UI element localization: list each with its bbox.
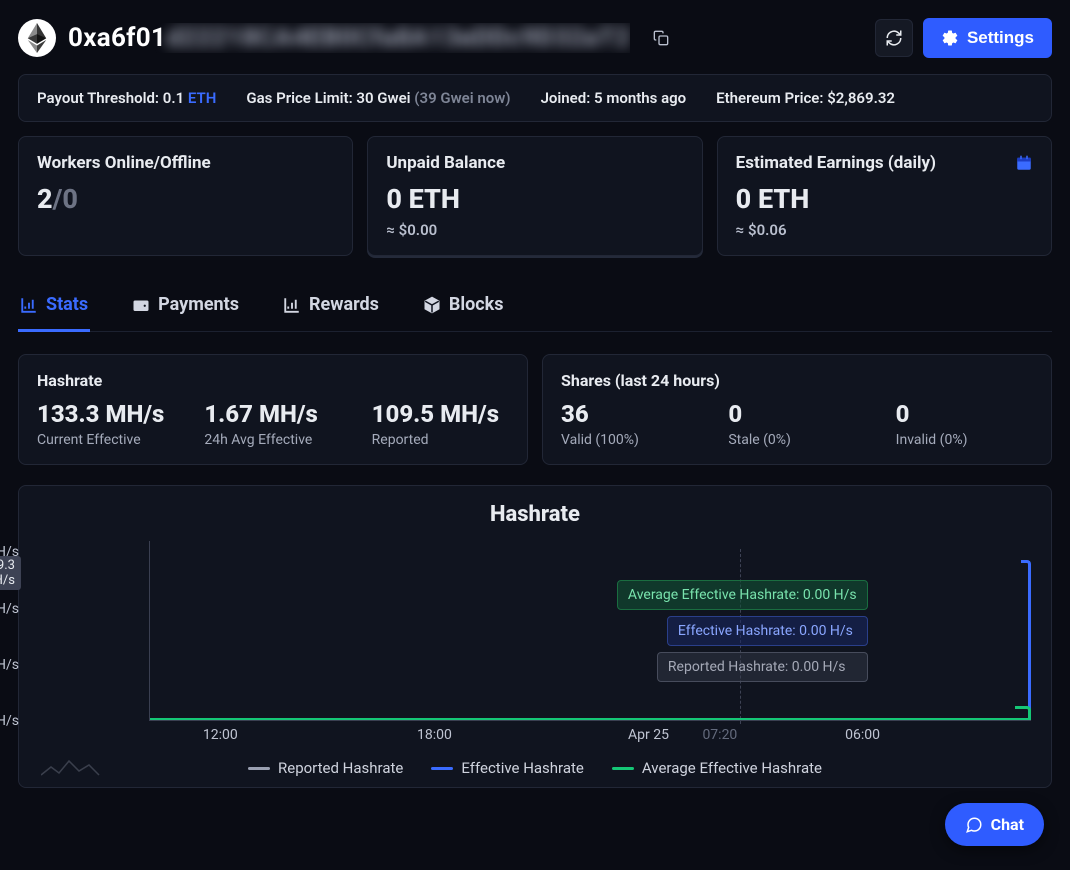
unpaid-balance-card: Unpaid Balance 0 ETH ≈ $0.00: [367, 136, 702, 256]
tooltip-reported: Reported Hashrate: 0.00 H/s: [657, 652, 868, 682]
tab-stats[interactable]: Stats: [18, 284, 90, 332]
chart-zoom-minimap[interactable]: [41, 757, 101, 779]
workers-card: Workers Online/Offline 2/0: [18, 136, 353, 256]
unpaid-sub: ≈ $0.00: [386, 221, 683, 239]
copy-address-button[interactable]: [642, 19, 680, 57]
stat-cards-row: Workers Online/Offline 2/0 Unpaid Balanc…: [18, 136, 1052, 256]
chart-avg-line: [150, 718, 1031, 720]
shares-invalid: 0 Invalid (0%): [896, 400, 1033, 448]
chart-effective-spike: [1021, 560, 1031, 720]
metrics-row: Hashrate 133.3 MH/s Current Effective 1.…: [18, 354, 1052, 465]
shares-valid: 36 Valid (100%): [561, 400, 698, 448]
earnings-title: Estimated Earnings (daily): [736, 153, 1033, 173]
workers-title: Workers Online/Offline: [37, 153, 334, 173]
chart-tooltips: Average Effective Hashrate: 0.00 H/s Eff…: [617, 580, 868, 682]
settings-label: Settings: [967, 28, 1034, 48]
payout-threshold: Payout Threshold: 0.1 ETH: [37, 89, 216, 107]
header-actions: Settings: [875, 18, 1052, 58]
calendar-icon[interactable]: [1015, 154, 1033, 172]
chart-cursor-x: 07:20: [702, 727, 737, 743]
tab-blocks[interactable]: Blocks: [421, 284, 506, 332]
rewards-icon: [283, 296, 301, 314]
joined-date: Joined: 5 months ago: [541, 89, 687, 107]
hashrate-card: Hashrate 133.3 MH/s Current Effective 1.…: [18, 354, 528, 465]
tab-payments[interactable]: Payments: [130, 284, 241, 332]
chart-x-axis: 12:00 18:00 Apr 25 07:20 06:00: [149, 727, 1041, 751]
tab-rewards[interactable]: Rewards: [281, 284, 381, 332]
hashrate-chart[interactable]: Hashrate 150.0 MH/s 149.3 MH/s 100.0 MH/…: [18, 485, 1052, 788]
earnings-card: Estimated Earnings (daily) 0 ETH ≈ $0.06: [717, 136, 1052, 256]
address-visible: 0xa6f01: [68, 23, 166, 53]
wallet-icon: [132, 296, 150, 314]
chat-label: Chat: [991, 815, 1024, 834]
shares-stale: 0 Stale (0%): [728, 400, 865, 448]
page-header: 0xa6f01d22218CA4EB0Cfa8A13eDDc9D32aT2 Se…: [18, 18, 1052, 58]
gas-price-limit: Gas Price Limit: 30 Gwei (39 Gwei now): [246, 89, 510, 107]
tabs-nav: Stats Payments Rewards Blocks: [18, 284, 1052, 332]
legend-reported[interactable]: Reported Hashrate: [248, 759, 403, 777]
eth-price: Ethereum Price: $2,869.32: [716, 89, 895, 107]
earnings-sub: ≈ $0.06: [736, 221, 1033, 239]
payout-unit-link[interactable]: ETH: [188, 89, 216, 107]
hashrate-reported: 109.5 MH/s Reported: [372, 400, 509, 448]
chart-avg-spike: [1015, 706, 1031, 720]
chart-y-highlight: 149.3 MH/s: [0, 556, 21, 590]
earnings-value: 0 ETH: [736, 183, 1033, 215]
chart-y-axis: 150.0 MH/s 149.3 MH/s 100.0 MH/s 50.0 MH…: [29, 541, 149, 721]
copy-icon: [653, 30, 669, 46]
stats-icon: [20, 296, 38, 314]
ethereum-logo-icon: [18, 19, 56, 57]
legend-avg[interactable]: Average Effective Hashrate: [612, 759, 822, 777]
chart-plot-area[interactable]: Average Effective Hashrate: 0.00 H/s Eff…: [149, 541, 1031, 721]
hashrate-avg: 1.67 MH/s 24h Avg Effective: [204, 400, 341, 448]
refresh-icon: [885, 29, 903, 47]
hashrate-current: 133.3 MH/s Current Effective: [37, 400, 174, 448]
tooltip-effective: Effective Hashrate: 0.00 H/s: [667, 616, 868, 646]
chat-button[interactable]: Chat: [945, 803, 1044, 846]
settings-button[interactable]: Settings: [923, 18, 1052, 58]
hashrate-title: Hashrate: [37, 371, 509, 390]
workers-value: 2/0: [37, 183, 334, 215]
shares-card: Shares (last 24 hours) 36 Valid (100%) 0…: [542, 354, 1052, 465]
chart-title: Hashrate: [29, 502, 1041, 527]
info-bar: Payout Threshold: 0.1 ETH Gas Price Limi…: [18, 74, 1052, 122]
refresh-button[interactable]: [875, 19, 913, 57]
chart-legend: Reported Hashrate Effective Hashrate Ave…: [29, 759, 1041, 777]
unpaid-title: Unpaid Balance: [386, 153, 683, 173]
chat-icon: [965, 816, 983, 834]
blocks-icon: [423, 296, 441, 314]
address-redacted: d22218CA4EB0Cfa8A13eDDc9D32aT2: [166, 23, 630, 53]
gear-icon: [941, 29, 959, 47]
wallet-address: 0xa6f01d22218CA4EB0Cfa8A13eDDc9D32aT2: [68, 23, 630, 53]
legend-effective[interactable]: Effective Hashrate: [431, 759, 584, 777]
tooltip-avg: Average Effective Hashrate: 0.00 H/s: [617, 580, 868, 610]
shares-title: Shares (last 24 hours): [561, 371, 1033, 390]
unpaid-value: 0 ETH: [386, 183, 683, 215]
